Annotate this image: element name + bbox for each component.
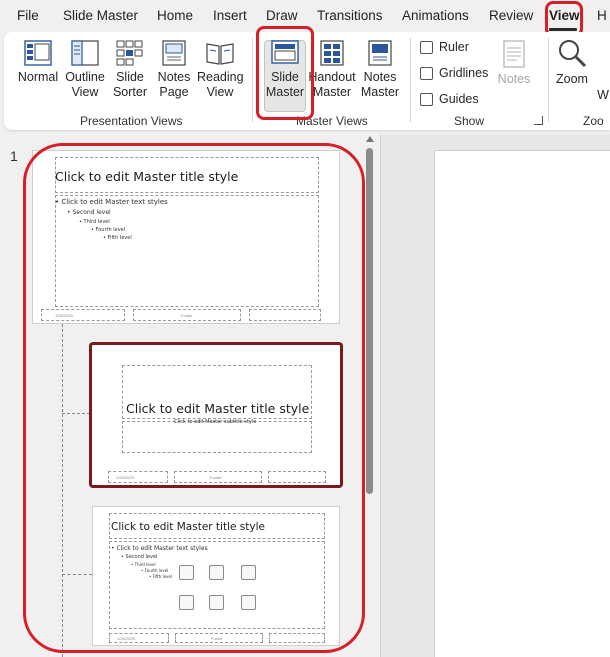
reading-view-label-1: Reading [197,70,244,84]
notes-page-icon [162,40,186,66]
slide-sorter-icon [116,40,143,66]
menu-transitions[interactable]: Transitions [317,8,383,23]
slide-sorter-label-2: Sorter [112,85,148,99]
handout-master-icon [320,40,344,66]
guides-label: Guides [439,92,479,106]
zoom-button[interactable]: Zoom [552,38,592,87]
slide-master-highlight [256,26,314,120]
presentation-views-group-label: Presentation Views [80,114,183,128]
gridlines-checkbox[interactable]: Gridlines [420,66,488,80]
fit-to-window-partial-label: W [597,88,609,102]
zoom-group-label: Zoo [583,114,604,128]
menu-insert[interactable]: Insert [213,8,247,23]
notes-label: Notes [497,72,531,86]
notes-master-button[interactable]: Notes Master [358,40,402,100]
reading-view-icon [206,43,234,65]
normal-view-button[interactable]: Normal [16,40,60,85]
reading-view-label-2: View [206,85,234,99]
notes-master-label-2: Master [360,85,400,99]
group-separator [548,38,549,122]
scroll-up-arrow-icon[interactable] [366,136,374,142]
notes-icon [503,40,525,68]
show-group-label: Show [454,114,485,128]
zoom-icon [559,40,587,68]
menu-slide-master[interactable]: Slide Master [63,8,138,23]
ruler-check-box[interactable] [420,40,433,54]
notes-master-icon [368,40,392,66]
notes-page-button[interactable]: Notes Page [154,40,194,100]
thumbnail-pane-highlight [23,143,365,653]
outline-view-icon [71,40,99,66]
slide-sorter-label-1: Slide [116,70,144,84]
notes-page-label-1: Notes [157,70,191,84]
menu-file[interactable]: File [17,8,39,23]
guides-check-box[interactable] [420,92,433,106]
menu-review[interactable]: Review [489,8,533,23]
ruler-label: Ruler [439,40,469,54]
group-separator [410,38,411,122]
gridlines-label: Gridlines [439,66,489,80]
normal-label: Normal [17,70,59,84]
notes-page-label-2: Page [159,85,189,99]
notes-button[interactable]: Notes [494,40,534,87]
outline-label-1: Outline [65,70,105,84]
editing-slide-canvas[interactable] [434,150,610,657]
menu-animations[interactable]: Animations [402,8,469,23]
gridlines-check-box[interactable] [420,66,433,80]
zoom-label: Zoom [556,72,588,86]
notes-master-label-1: Notes [363,70,397,84]
normal-view-icon [24,40,52,66]
ruler-checkbox[interactable]: Ruler [420,40,469,54]
group-separator [252,38,253,122]
outline-label-2: View [71,85,99,99]
scrollbar-thumb[interactable] [366,148,373,494]
reading-view-button[interactable]: Reading View [197,40,244,100]
menu-help-partial[interactable]: H [597,8,607,23]
guides-checkbox[interactable]: Guides [420,92,479,106]
show-dialog-launcher-icon[interactable] [534,116,543,125]
menu-draw[interactable]: Draw [266,8,298,23]
menu-home[interactable]: Home [157,8,193,23]
slide-number: 1 [10,148,18,164]
outline-view-button[interactable]: Outline View [62,40,108,100]
slide-sorter-button[interactable]: Slide Sorter [110,40,150,100]
